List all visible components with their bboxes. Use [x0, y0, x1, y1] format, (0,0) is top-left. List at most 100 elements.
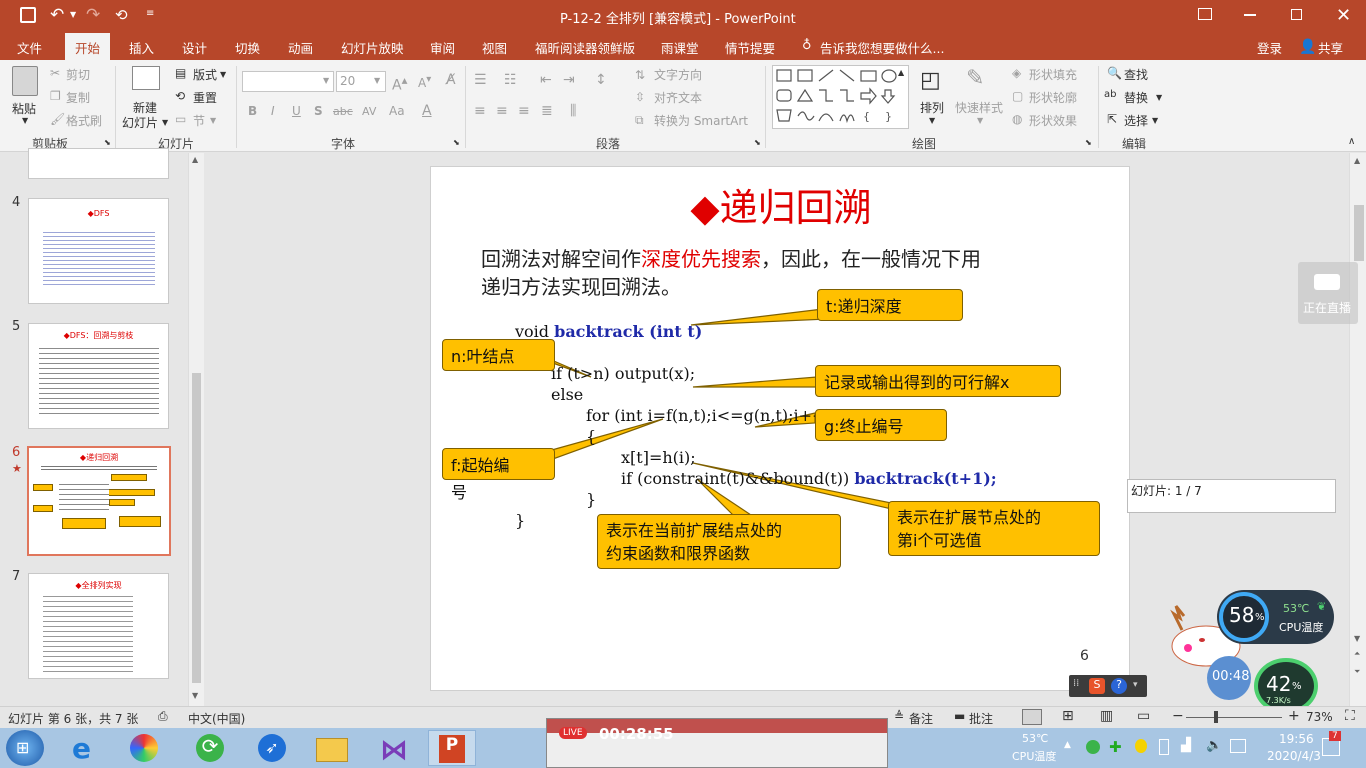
window-preview[interactable]: LIVE 00:28:55 — [546, 718, 888, 768]
thumbnail-scrollbar[interactable]: ▲ ▼ — [188, 153, 204, 706]
increase-indent-icon[interactable]: ⇥ — [563, 72, 575, 88]
comments-button[interactable]: 批注 — [969, 710, 993, 727]
zoom-level[interactable]: 73% — [1306, 710, 1333, 724]
zoom-slider[interactable] — [1186, 711, 1282, 723]
undo-icon[interactable]: ↶ — [50, 5, 64, 25]
layout-dropdown-icon[interactable]: ▼ — [220, 70, 226, 79]
ime-icon[interactable] — [1230, 739, 1246, 753]
taskbar-feather-app[interactable]: ➶ — [248, 730, 296, 766]
justify-icon[interactable]: ≣ — [541, 103, 553, 119]
battery-icon[interactable] — [1159, 739, 1169, 755]
shape-outline-button[interactable]: 形状轮廓 — [1029, 89, 1077, 106]
scroll-up-icon[interactable]: ▲ — [192, 155, 198, 164]
slide-sorter-icon[interactable]: ⊞ — [1062, 708, 1074, 724]
spellcheck-icon[interactable]: ⎙ — [158, 709, 168, 724]
replace-button[interactable]: 替换 — [1124, 89, 1148, 106]
tab-storyboard[interactable]: 情节提要 — [725, 38, 775, 57]
strikethrough-button[interactable]: abc — [333, 105, 353, 118]
ime-menu-icon[interactable]: ▾ — [1133, 680, 1138, 690]
save-icon[interactable] — [20, 7, 36, 23]
tab-home[interactable]: 开始 — [65, 33, 111, 60]
select-dropdown-icon[interactable]: ▼ — [1152, 116, 1158, 125]
text-direction-button[interactable]: 文字方向 — [654, 66, 702, 83]
show-hidden-icons[interactable]: ▲ — [1064, 740, 1071, 750]
reading-view-icon[interactable]: ▥ — [1100, 708, 1113, 724]
restore-icon[interactable] — [1291, 9, 1302, 20]
shadow-button[interactable]: S — [314, 104, 323, 118]
scroll-thumb[interactable] — [1354, 205, 1364, 261]
shape-effects-button[interactable]: 形状效果 — [1029, 112, 1077, 129]
next-slide-icon[interactable]: ⏷ — [1354, 667, 1360, 677]
font-name-dropdown-icon[interactable]: ▼ — [323, 76, 329, 85]
shrink-font-icon[interactable]: A▾ — [418, 74, 431, 90]
align-center-icon[interactable]: ≡ — [496, 103, 508, 119]
clear-format-icon[interactable]: A̸ — [446, 72, 456, 88]
shape-fill-button[interactable]: 形状填充 — [1029, 66, 1077, 83]
font-size-dropdown-icon[interactable]: ▼ — [374, 76, 380, 85]
customize-toolbar-icon[interactable]: ≡ — [146, 8, 154, 19]
arrange-dropdown-icon[interactable]: ▼ — [929, 116, 935, 125]
clipboard-launcher-icon[interactable]: ⬊ — [104, 138, 111, 147]
paste-icon[interactable] — [12, 66, 38, 96]
decrease-indent-icon[interactable]: ⇤ — [540, 72, 552, 88]
char-spacing-button[interactable]: AV — [362, 105, 376, 118]
numbering-icon[interactable]: ☷ — [504, 72, 517, 88]
shapes-scroll-icon[interactable]: ▲ — [898, 68, 904, 77]
network-icon[interactable]: ▟ — [1181, 738, 1191, 753]
fit-slide-icon[interactable]: ⛶ — [1345, 708, 1355, 724]
reset-button[interactable]: 重置 — [193, 89, 217, 106]
volume-icon[interactable]: 🔈 — [1206, 738, 1222, 753]
callout-f-start[interactable]: f:起始编 — [442, 448, 555, 480]
cut-button[interactable]: 剪切 — [66, 66, 90, 83]
clock-time[interactable]: 19:56 — [1279, 732, 1314, 746]
thumbnail-slide-7[interactable]: ◆全排列实现 — [28, 573, 169, 679]
notes-button[interactable]: 备注 — [909, 710, 933, 727]
paste-button[interactable]: 粘贴 — [12, 100, 36, 117]
action-center-icon[interactable]: 7 — [1322, 731, 1341, 756]
new-slide-label-2[interactable]: 幻灯片 — [122, 114, 158, 131]
callout-t-depth[interactable]: t:递归深度 — [817, 289, 963, 321]
thumbnail-slide-5[interactable]: ◆DFS：回溯与剪枝 — [28, 323, 169, 429]
format-painter-button[interactable]: 格式刷 — [66, 112, 102, 129]
tab-slideshow[interactable]: 幻灯片放映 — [341, 38, 404, 57]
present-icon[interactable]: ⟲ — [115, 6, 128, 24]
minimize-icon[interactable] — [1244, 14, 1256, 16]
slide-canvas[interactable]: ◆递归回溯 回溯法对解空间作深度优先搜索，因此，在一般情况下用 递归方法实现回溯… — [430, 166, 1130, 691]
grow-font-icon[interactable]: A▴ — [392, 73, 407, 94]
cpu-widget[interactable]: 58 % 53℃ ❦ CPU温度 — [1217, 590, 1334, 644]
layout-button[interactable]: 版式 — [193, 66, 217, 83]
columns-icon[interactable]: ⫼ — [570, 103, 576, 119]
bold-button[interactable]: B — [248, 104, 257, 118]
tab-animations[interactable]: 动画 — [288, 38, 313, 57]
tab-review[interactable]: 审阅 — [430, 38, 455, 57]
callout-constraint[interactable]: 表示在当前扩展结点处的 约束函数和限界函数 — [597, 514, 841, 569]
slideshow-icon[interactable]: ▭ — [1137, 708, 1150, 724]
ime-drag-icon[interactable]: ⁞⁞ — [1073, 678, 1079, 689]
font-color-icon[interactable]: A — [422, 103, 432, 119]
scroll-thumb[interactable] — [192, 373, 201, 683]
login-link[interactable]: 登录 — [1257, 38, 1282, 57]
tab-transitions[interactable]: 切换 — [235, 38, 260, 57]
scroll-down-icon[interactable]: ▼ — [1354, 634, 1360, 643]
convert-smartart-button[interactable]: 转换为 SmartArt — [654, 112, 748, 129]
live-streaming-button[interactable]: 正在直播 — [1298, 262, 1358, 324]
zoom-slider-thumb[interactable] — [1214, 711, 1218, 723]
taskbar-visual-studio[interactable]: ⋈ — [370, 730, 418, 766]
close-icon[interactable]: ✕ — [1336, 5, 1351, 26]
paragraph-launcher-icon[interactable]: ⬊ — [754, 138, 761, 147]
font-name-box[interactable] — [242, 71, 334, 92]
bullets-icon[interactable]: ☰ — [474, 72, 487, 88]
tray-green-icon[interactable] — [1086, 740, 1100, 754]
find-button[interactable]: 查找 — [1124, 66, 1148, 83]
normal-view-icon[interactable] — [1022, 709, 1042, 725]
collapse-ribbon-icon[interactable]: ∧ — [1348, 136, 1355, 147]
copy-button[interactable]: 复制 — [66, 89, 90, 106]
undo-dropdown-icon[interactable]: ▼ — [70, 10, 76, 19]
tab-file[interactable]: 文件 — [17, 38, 42, 57]
line-spacing-icon[interactable]: ↕ — [595, 72, 607, 88]
change-case-button[interactable]: Aa — [389, 104, 405, 118]
tab-design[interactable]: 设计 — [182, 38, 207, 57]
taskbar-powerpoint[interactable]: P — [428, 730, 476, 766]
section-button[interactable]: 节 — [193, 112, 205, 129]
quick-styles-button[interactable]: 快速样式 — [955, 99, 1003, 116]
